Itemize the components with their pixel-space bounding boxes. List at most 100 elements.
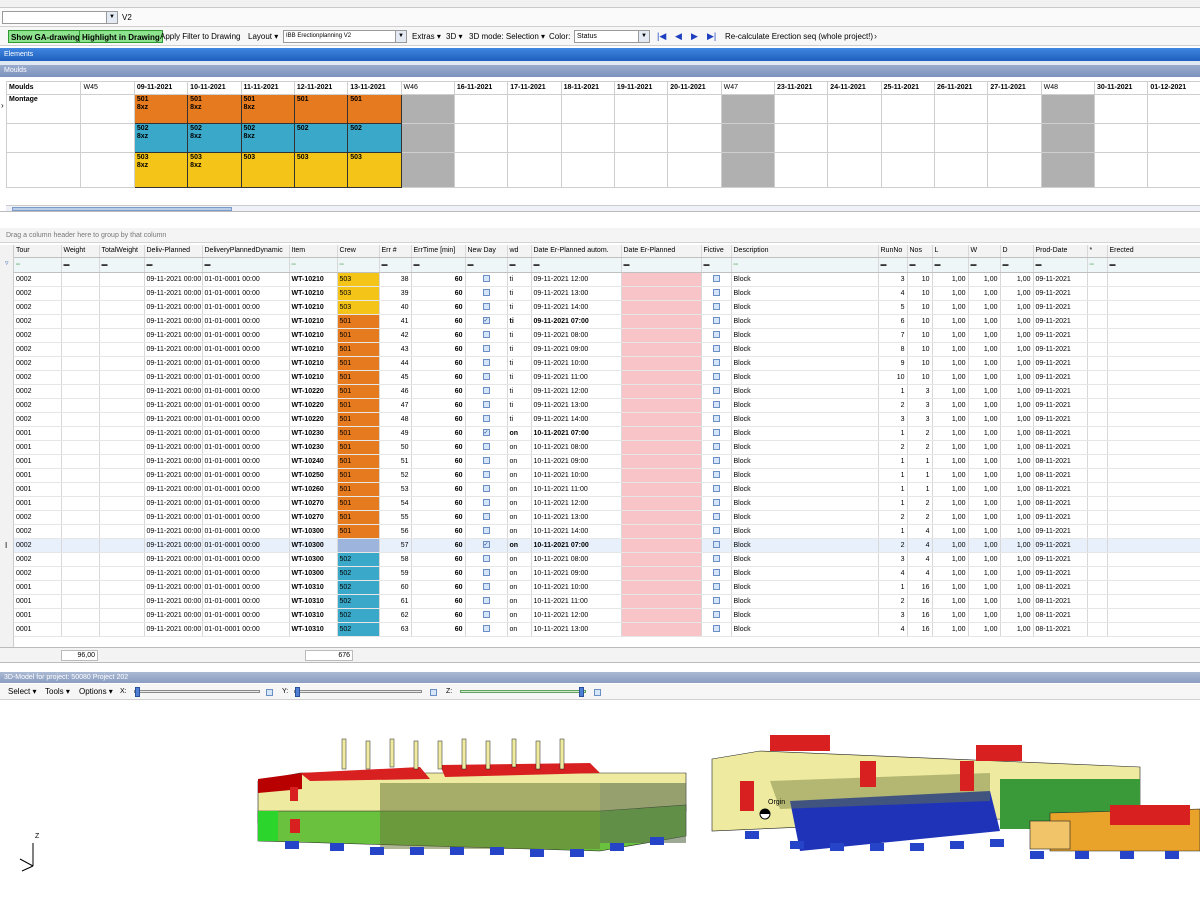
table-row[interactable]: 0001 09-11-2021 00:00 01-01-0001 00:00 WT-1… (14, 425, 1200, 441)
table-cell[interactable]: 1,00 (968, 552, 1001, 567)
table-cell[interactable] (99, 594, 145, 609)
table-cell[interactable]: 10 (907, 328, 933, 343)
date-er-planned-cell[interactable] (621, 440, 702, 455)
table-cell[interactable] (465, 580, 508, 595)
table-cell[interactable]: 08-11-2021 (1033, 496, 1088, 511)
checkbox[interactable] (712, 527, 720, 535)
checkbox[interactable] (712, 597, 720, 605)
layout-menu[interactable]: Layout ▾ (246, 30, 280, 43)
table-cell[interactable]: 09-11-2021 09:00 (531, 342, 622, 357)
table-cell[interactable]: 1,00 (932, 468, 969, 483)
table-cell[interactable]: 09-11-2021 00:00 (144, 496, 203, 511)
table-cell[interactable] (701, 594, 732, 609)
checkbox[interactable] (482, 443, 490, 451)
table-cell[interactable] (465, 440, 508, 455)
table-cell[interactable] (1107, 412, 1200, 427)
table-cell[interactable]: 42 (379, 328, 412, 343)
mould-block[interactable]: 503 (293, 152, 349, 188)
table-cell[interactable]: 0001 (14, 468, 62, 483)
table-cell[interactable] (465, 384, 508, 399)
table-cell[interactable] (701, 384, 732, 399)
table-cell[interactable] (1087, 566, 1108, 581)
table-cell[interactable]: 09-11-2021 (1033, 398, 1088, 413)
table-cell[interactable]: 09-11-2021 (1033, 412, 1088, 427)
table-cell[interactable] (99, 440, 145, 455)
table-cell[interactable]: 1,00 (968, 482, 1001, 497)
table-cell[interactable]: 1,00 (968, 272, 1001, 287)
table-cell[interactable] (61, 482, 100, 497)
mould-block[interactable]: 502 8xz (133, 123, 189, 153)
mould-block[interactable]: 501 8xz (187, 94, 242, 124)
mould-block[interactable]: 501 8xz (133, 94, 189, 124)
x-checkbox[interactable] (266, 689, 273, 696)
table-cell[interactable]: 1,00 (1000, 342, 1034, 357)
filter-cell[interactable]: ▬ (99, 257, 145, 273)
y-slider[interactable] (294, 687, 422, 697)
table-cell[interactable]: 10-11-2021 09:00 (531, 566, 622, 581)
table-cell[interactable]: 1,00 (968, 468, 1001, 483)
chevron-right-icon[interactable]: › (874, 31, 877, 42)
date-er-planned-cell[interactable] (621, 300, 702, 315)
y-slider-thumb[interactable] (295, 687, 300, 697)
table-cell[interactable]: 39 (379, 286, 412, 301)
table-cell[interactable]: ti (507, 342, 532, 357)
table-cell[interactable]: 0002 (14, 328, 62, 343)
table-cell[interactable]: 10-11-2021 07:00 (531, 425, 622, 441)
table-cell[interactable]: 60 (411, 537, 466, 553)
table-cell[interactable]: 01-01-0001 00:00 (202, 328, 290, 343)
table-cell[interactable]: 0002 (14, 286, 62, 301)
crew-cell[interactable]: 501 (337, 412, 380, 427)
date-er-planned-cell[interactable] (621, 496, 702, 511)
table-cell[interactable] (701, 328, 732, 343)
color-combo[interactable]: Status ▼ (574, 30, 650, 43)
filter-cell[interactable]: ▬ (968, 257, 1001, 273)
table-cell[interactable]: 1,00 (968, 622, 1001, 637)
table-cell[interactable]: 09-11-2021 00:00 (144, 510, 203, 525)
table-cell[interactable]: 09-11-2021 (1033, 566, 1088, 581)
table-cell[interactable]: WT-10210 (289, 300, 338, 315)
table-cell[interactable] (465, 412, 508, 427)
table-cell[interactable]: 09-11-2021 00:00 (144, 356, 203, 371)
table-cell[interactable]: 48 (379, 412, 412, 427)
first-icon[interactable]: |◀ (657, 31, 666, 42)
table-cell[interactable]: 10-11-2021 13:00 (531, 510, 622, 525)
table-cell[interactable]: 10-11-2021 12:00 (531, 496, 622, 511)
filter-cell[interactable]: ▬ (507, 257, 532, 273)
mould-block[interactable]: 501 (293, 94, 349, 124)
checkbox[interactable] (482, 401, 490, 409)
table-cell[interactable]: WT-10240 (289, 454, 338, 469)
table-cell[interactable]: WT-10270 (289, 496, 338, 511)
table-cell[interactable]: 09-11-2021 (1033, 537, 1088, 553)
table-cell[interactable]: 1,00 (1000, 537, 1034, 553)
table-cell[interactable]: 53 (379, 482, 412, 497)
table-cell[interactable] (99, 537, 145, 553)
table-cell[interactable]: 10-11-2021 11:00 (531, 482, 622, 497)
table-cell[interactable]: 1,00 (968, 425, 1001, 441)
table-cell[interactable]: 09-11-2021 00:00 (144, 313, 203, 329)
date-er-planned-cell[interactable] (621, 524, 702, 539)
filter-cell[interactable]: ▬ (61, 257, 100, 273)
table-cell[interactable]: 4 (907, 524, 933, 539)
table-cell[interactable]: 3 (907, 412, 933, 427)
table-cell[interactable] (701, 342, 732, 357)
table-cell[interactable] (99, 566, 145, 581)
table-cell[interactable]: 09-11-2021 10:00 (531, 356, 622, 371)
filter-icon[interactable]: ▿ (5, 259, 9, 267)
table-cell[interactable] (465, 524, 508, 539)
table-cell[interactable]: Block (731, 398, 879, 413)
table-cell[interactable] (1107, 537, 1200, 553)
table-cell[interactable]: 1 (878, 496, 908, 511)
table-cell[interactable] (701, 370, 732, 385)
table-cell[interactable] (99, 552, 145, 567)
table-cell[interactable]: on (507, 524, 532, 539)
table-row[interactable]: 0002 09-11-2021 00:00 01-01-0001 00:00 WT-1… (14, 313, 1200, 329)
mould-block[interactable]: 501 (347, 94, 402, 124)
filter-cell[interactable]: ▬ (1000, 257, 1034, 273)
table-cell[interactable]: 09-11-2021 (1033, 342, 1088, 357)
table-cell[interactable]: 09-11-2021 (1033, 510, 1088, 525)
table-cell[interactable]: 50 (379, 440, 412, 455)
column-header[interactable]: Deliv-Planned (144, 245, 203, 258)
table-cell[interactable]: WT-10310 (289, 608, 338, 623)
filter-cell[interactable]: ▬ (932, 257, 969, 273)
table-cell[interactable]: 4 (907, 566, 933, 581)
